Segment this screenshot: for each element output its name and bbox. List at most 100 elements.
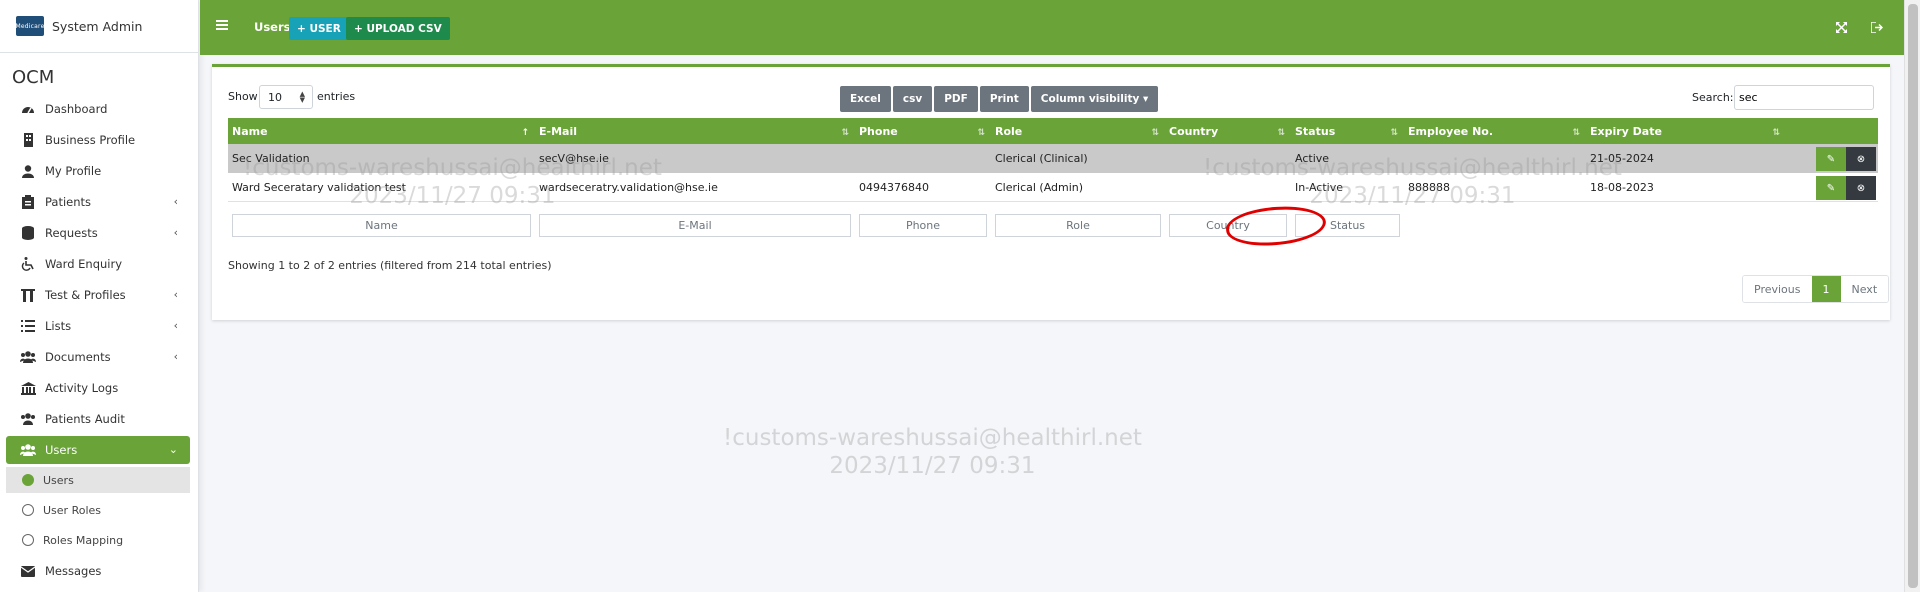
table-row[interactable]: Sec Validation secV@hse.ie Clerical (Cli…	[228, 144, 1878, 173]
red-annotation-circle	[1224, 203, 1328, 249]
users-icon	[20, 350, 36, 364]
column-header-country[interactable]: Country ⇅	[1165, 118, 1291, 144]
select-arrows-icon: ▲ ▼	[299, 90, 305, 104]
table-header: Name ↑ E-Mail ⇅ Phone ⇅ Role ⇅ Country ⇅ Stat…	[228, 118, 1878, 144]
users-icon	[20, 443, 36, 457]
sort-icon: ⇅	[1572, 128, 1580, 138]
sort-icon: ⇅	[1151, 128, 1159, 138]
cell-expiry: 18-08-2023	[1590, 181, 1654, 194]
sidebar-item-requests[interactable]: Requests ‹	[6, 219, 190, 247]
sort-icon: ⇅	[1772, 128, 1780, 138]
sidebar-item-activity-logs[interactable]: Activity Logs	[6, 374, 190, 402]
upload-csv-button[interactable]: + UPLOAD CSV	[346, 17, 450, 40]
edit-button[interactable]: ✎	[1816, 147, 1846, 171]
cell-name: Sec Validation	[232, 152, 310, 165]
page-size-select[interactable]: 10 ▲ ▼	[259, 85, 313, 109]
users-table-card: Show 10 ▲ ▼ entries Excel csv PDF Print C…	[212, 64, 1890, 320]
column-header-status[interactable]: Status ⇅	[1291, 118, 1404, 144]
database-icon	[20, 226, 36, 240]
cell-phone: 0494376840	[859, 181, 929, 194]
sidebar-item-label: Dashboard	[45, 102, 108, 116]
ban-icon: ⊗	[1856, 182, 1866, 194]
filter-role-input[interactable]: Role	[995, 214, 1161, 237]
logout-icon[interactable]	[1870, 20, 1884, 34]
logs-icon	[20, 381, 36, 395]
sidebar-item-business-profile[interactable]: Business Profile	[6, 126, 190, 154]
sidebar-item-users[interactable]: Users ⌄	[6, 436, 190, 464]
sort-asc-icon: ↑	[521, 128, 529, 138]
export-buttons: Excel csv PDF Print Column visibility ▾	[840, 86, 1160, 112]
sidebar: Medicare System Admin OCM Dashboard Busi…	[0, 0, 199, 592]
excel-button[interactable]: Excel	[840, 86, 891, 112]
deactivate-button[interactable]: ⊗	[1846, 176, 1876, 200]
page-size-value: 10	[268, 90, 282, 104]
clipboard-icon	[20, 195, 36, 209]
sidebar-item-patients-audit[interactable]: Patients Audit	[6, 405, 190, 433]
sidebar-item-test-profiles[interactable]: Test & Profiles ‹	[6, 281, 190, 309]
page-1-button[interactable]: 1	[1811, 276, 1841, 302]
envelope-icon	[20, 564, 36, 578]
show-label: Show	[228, 90, 258, 103]
sidebar-item-ward-enquiry[interactable]: Ward Enquiry	[6, 250, 190, 278]
brand[interactable]: Medicare System Admin	[0, 0, 198, 53]
pdf-button[interactable]: PDF	[934, 86, 978, 112]
sidebar-subitem-users[interactable]: Users	[6, 467, 190, 493]
cell-email: wardseceratry.validation@hse.ie	[539, 181, 718, 194]
fullscreen-icon[interactable]	[1834, 20, 1848, 34]
column-visibility-button[interactable]: Column visibility ▾	[1030, 86, 1159, 112]
sidebar-item-dashboard[interactable]: Dashboard	[6, 95, 190, 123]
top-navbar: Users + USER + UPLOAD CSV	[200, 0, 1904, 55]
column-header-employee-no[interactable]: Employee No. ⇅	[1404, 118, 1586, 144]
ban-icon: ⊗	[1856, 153, 1866, 165]
cell-status: In-Active	[1295, 181, 1343, 194]
sort-icon: ⇅	[977, 128, 985, 138]
sidebar-item-label: Ward Enquiry	[45, 257, 123, 271]
sidebar-item-label: Activity Logs	[45, 381, 119, 395]
sidebar-item-label: Patients Audit	[45, 412, 125, 426]
column-header-role[interactable]: Role ⇅	[991, 118, 1165, 144]
print-button[interactable]: Print	[979, 86, 1029, 112]
menu-toggle-icon[interactable]	[216, 20, 228, 30]
next-page-button[interactable]: Next	[1840, 276, 1889, 302]
previous-page-button[interactable]: Previous	[1743, 276, 1812, 302]
flask-icon	[20, 288, 36, 302]
brand-logo: Medicare	[16, 16, 44, 36]
sidebar-subitem-user-roles[interactable]: User Roles	[6, 497, 190, 523]
wheelchair-icon	[20, 257, 36, 271]
column-header-phone[interactable]: Phone ⇅	[855, 118, 991, 144]
filter-name-input[interactable]: Name	[232, 214, 531, 237]
sidebar-item-my-profile[interactable]: My Profile	[6, 157, 190, 185]
dashboard-icon	[20, 102, 36, 116]
sidebar-item-label: Documents	[45, 350, 111, 364]
table-info: Showing 1 to 2 of 2 entries (filtered fr…	[228, 259, 552, 272]
column-header-expiry-date[interactable]: Expiry Date ⇅	[1586, 118, 1786, 144]
scrollbar-thumb[interactable]	[1908, 4, 1918, 588]
sidebar-item-label: Lists	[45, 319, 72, 333]
sidebar-subitem-label: User Roles	[43, 503, 102, 517]
chevron-left-icon: ‹	[173, 226, 178, 239]
sidebar-item-patients[interactable]: Patients ‹	[6, 188, 190, 216]
edit-icon: ✎	[1826, 153, 1836, 165]
deactivate-button[interactable]: ⊗	[1846, 147, 1876, 171]
sidebar-item-messages[interactable]: Messages	[6, 557, 190, 585]
table-row[interactable]: Ward Seceratary validation test wardsece…	[228, 173, 1878, 202]
csv-button[interactable]: csv	[892, 86, 933, 112]
add-user-button[interactable]: + USER	[289, 17, 349, 40]
building-icon	[20, 133, 36, 147]
watermark: !customs-wareshussai@healthirl.net 2023/1…	[723, 425, 1142, 479]
sort-icon: ⇅	[841, 128, 849, 138]
column-header-name[interactable]: Name ↑	[228, 118, 535, 144]
brand-title: System Admin	[52, 18, 143, 34]
user-icon	[20, 164, 36, 178]
sidebar-subitem-label: Users	[43, 473, 74, 487]
column-header-email[interactable]: E-Mail ⇅	[535, 118, 855, 144]
filter-phone-input[interactable]: Phone	[859, 214, 987, 237]
search-input[interactable]	[1734, 85, 1874, 110]
edit-button[interactable]: ✎	[1816, 176, 1846, 200]
page-scrollbar[interactable]	[1904, 0, 1920, 592]
filter-email-input[interactable]: E-Mail	[539, 214, 851, 237]
sidebar-subitem-roles-mapping[interactable]: Roles Mapping	[6, 527, 190, 553]
sidebar-item-documents[interactable]: Documents ‹	[6, 343, 190, 371]
sidebar-item-lists[interactable]: Lists ‹	[6, 312, 190, 340]
sidebar-item-label: Messages	[45, 564, 102, 578]
